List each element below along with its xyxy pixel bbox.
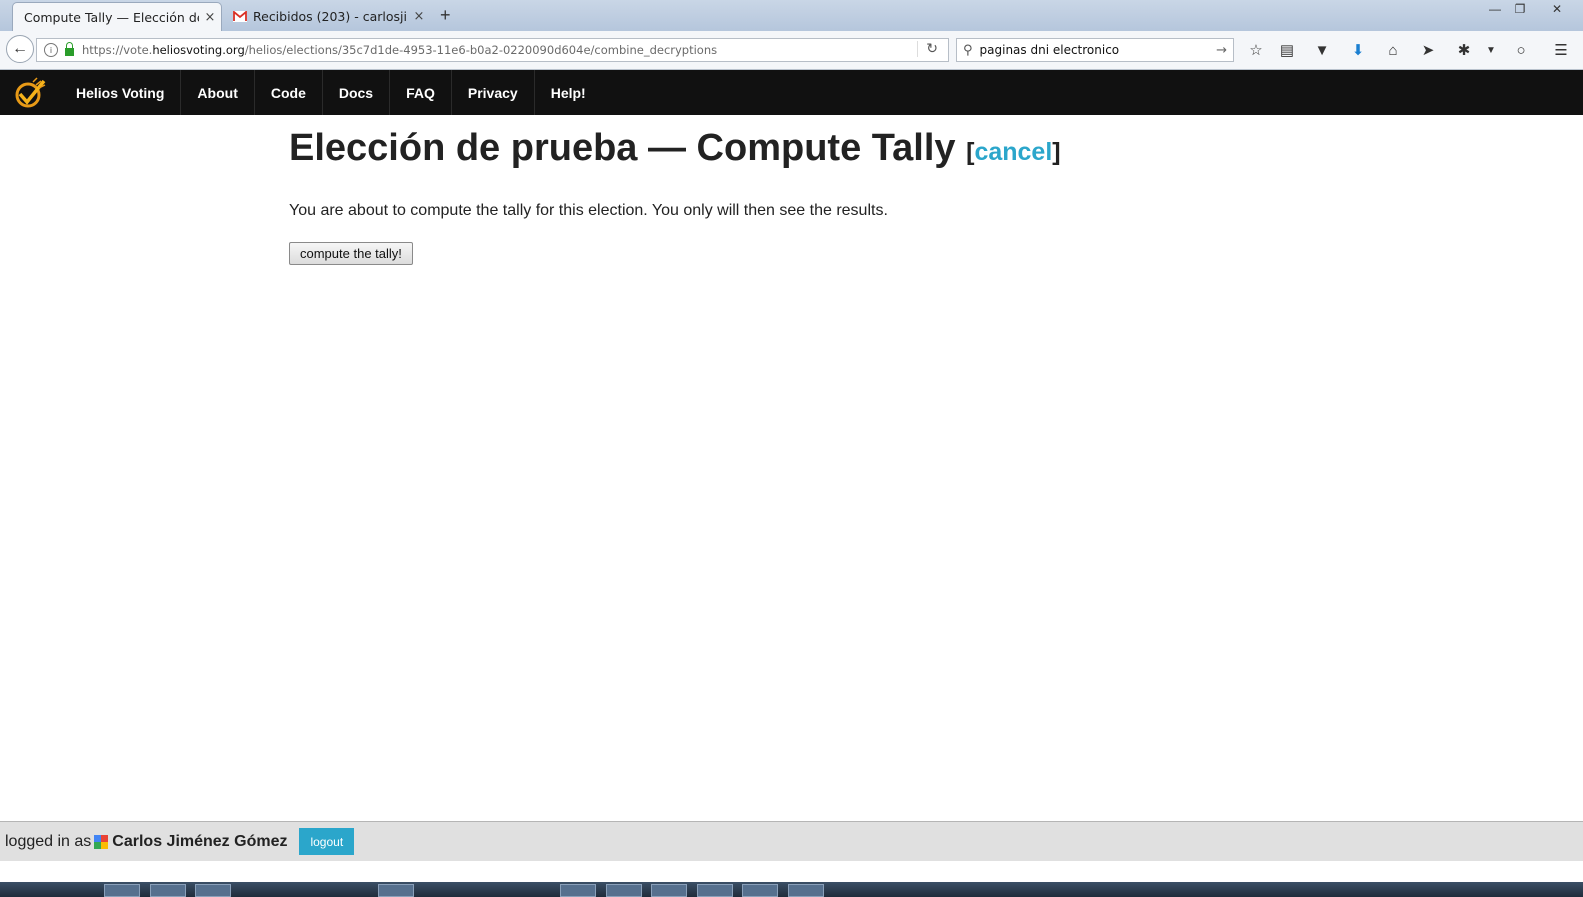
gmail-icon <box>233 11 247 22</box>
nav-helios-voting[interactable]: Helios Voting <box>60 70 182 115</box>
compute-tally-button[interactable]: compute the tally! <box>289 242 413 265</box>
new-tab-button[interactable]: + <box>440 5 451 26</box>
lock-icon <box>65 42 74 56</box>
bookmark-star-icon[interactable]: ☆ <box>1245 39 1267 61</box>
tab-close-icon[interactable]: × <box>408 9 430 24</box>
user-name: Carlos Jiménez Gómez <box>112 832 288 850</box>
tab-title: Recibidos (203) - carlosjim... <box>253 9 408 24</box>
taskbar-item[interactable] <box>195 884 231 897</box>
taskbar-item[interactable] <box>560 884 596 897</box>
search-input[interactable]: paginas dni electronico <box>980 43 1120 57</box>
extension-icon[interactable]: ✱ <box>1453 39 1475 61</box>
taskbar-item[interactable] <box>104 884 140 897</box>
tab-compute-tally[interactable]: Compute Tally — Elección de ... × <box>12 2 222 31</box>
home-icon[interactable]: ⌂ <box>1382 39 1404 61</box>
search-bar[interactable]: ⚲ paginas dni electronico → <box>956 38 1234 62</box>
url-path: /helios/elections/35c7d1de-4953-11e6-b0a… <box>244 43 718 57</box>
back-arrow-icon[interactable]: ← <box>6 35 34 63</box>
taskbar-item[interactable] <box>697 884 733 897</box>
pocket-icon[interactable]: ▼ <box>1311 39 1333 61</box>
url-bar[interactable]: i https://vote. heliosvoting.org/helios/e… <box>36 38 949 62</box>
taskbar-item[interactable] <box>606 884 642 897</box>
url-host: heliosvoting.org <box>152 43 245 57</box>
menu-hamburger-icon[interactable]: ☰ <box>1550 39 1572 61</box>
send-icon[interactable]: ➤ <box>1417 39 1439 61</box>
os-taskbar <box>0 882 1583 897</box>
logout-button[interactable]: logout <box>299 828 355 855</box>
url-prefix: https://vote. <box>82 43 153 57</box>
info-icon[interactable]: i <box>44 43 58 57</box>
google-icon <box>94 834 109 849</box>
chat-icon[interactable]: ○ <box>1510 39 1532 61</box>
nav-about[interactable]: About <box>181 70 255 115</box>
page-title-text: Elección de prueba — Compute Tally <box>289 127 956 169</box>
close-window-icon[interactable]: ✕ <box>1545 0 1569 18</box>
taskbar-item[interactable] <box>651 884 687 897</box>
tab-title: Compute Tally — Elección de ... <box>24 9 199 25</box>
bracket-close: ] <box>1052 138 1061 166</box>
dropdown-arrow-icon[interactable]: ▼ <box>1480 39 1502 61</box>
cancel-link[interactable]: cancel <box>974 138 1052 166</box>
nav-help[interactable]: Help! <box>535 70 602 115</box>
minimize-icon[interactable]: — <box>1483 0 1507 18</box>
browser-tab-bar: Compute Tally — Elección de ... × Recibi… <box>0 0 1583 31</box>
instruction-text: You are about to compute the tally for t… <box>289 202 888 219</box>
nav-privacy[interactable]: Privacy <box>452 70 535 115</box>
download-arrow-icon[interactable]: ⬇ <box>1347 39 1369 61</box>
logged-in-label: logged in as <box>5 832 92 850</box>
tab-close-icon[interactable]: × <box>199 10 221 25</box>
search-icon: ⚲ <box>963 42 973 58</box>
tab-gmail[interactable]: Recibidos (203) - carlosjim... × <box>226 2 430 31</box>
taskbar-item[interactable] <box>742 884 778 897</box>
page-title: Elección de prueba — Compute Tally [canc… <box>289 122 1289 178</box>
browser-nav-bar: ← i https://vote. heliosvoting.org/helios… <box>0 31 1583 70</box>
taskbar-item[interactable] <box>788 884 824 897</box>
nav-docs[interactable]: Docs <box>323 70 391 115</box>
nav-faq[interactable]: FAQ <box>390 70 452 115</box>
restore-icon[interactable]: ❐ <box>1508 0 1532 18</box>
site-nav: Helios Voting About Code Docs FAQ Privac… <box>60 70 602 115</box>
taskbar-item[interactable] <box>378 884 414 897</box>
search-go-arrow-icon[interactable]: → <box>1216 43 1227 58</box>
main-content: Elección de prueba — Compute Tally [canc… <box>289 122 1289 265</box>
nav-code[interactable]: Code <box>255 70 323 115</box>
taskbar-item[interactable] <box>150 884 186 897</box>
site-header: Helios Voting About Code Docs FAQ Privac… <box>0 70 1583 115</box>
reload-icon[interactable]: ↻ <box>917 41 938 57</box>
reading-list-icon[interactable]: ▤ <box>1276 39 1298 61</box>
helios-logo-icon[interactable] <box>13 76 47 110</box>
login-footer: logged in as Carlos Jiménez Gómez logout <box>0 821 1583 861</box>
